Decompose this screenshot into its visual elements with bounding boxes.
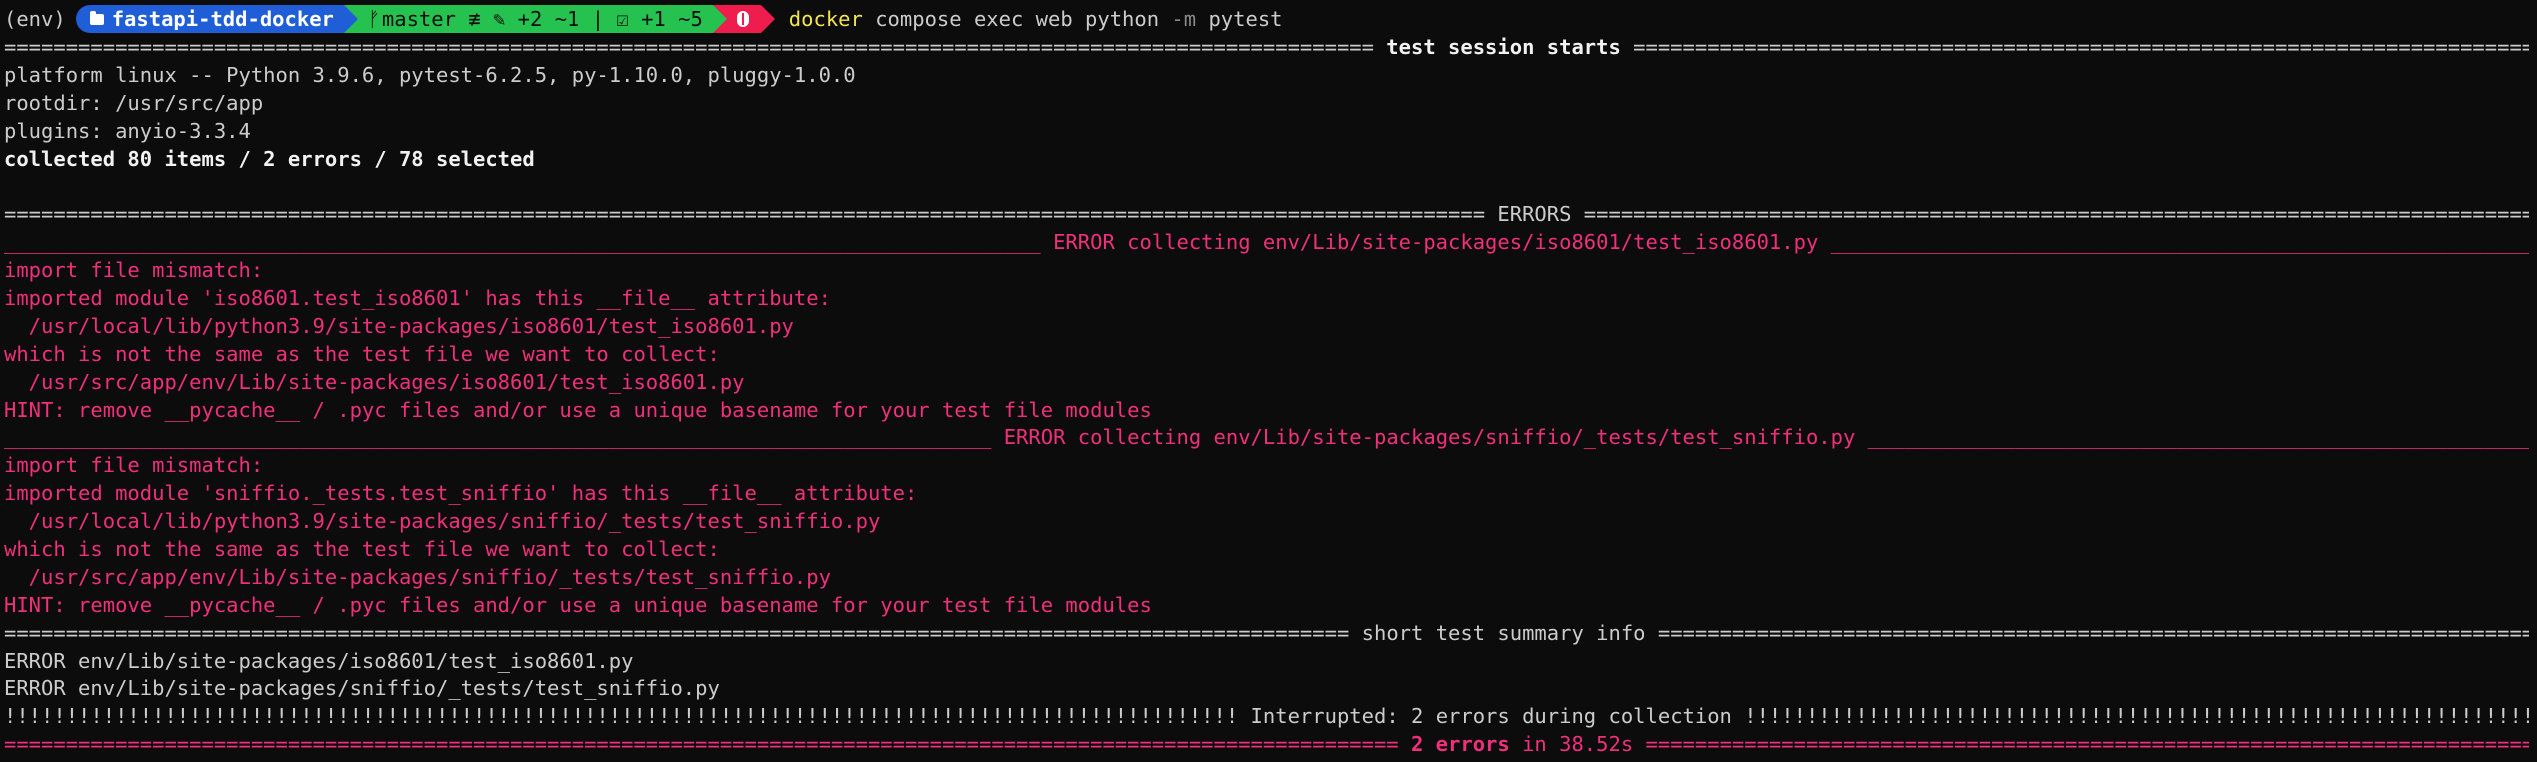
summary-header: ========================================… — [4, 620, 2529, 648]
session-header-label: test session starts — [1373, 35, 1634, 59]
command-name: docker — [788, 7, 863, 31]
command-flag: -m — [1171, 7, 1197, 31]
prompt-error-status — [726, 5, 761, 33]
separator-fill: ________________________________________… — [1830, 230, 2529, 255]
terminal-window[interactable]: (env) fastapi-tdd-docker ᚠ master ≢ ✎ +2 … — [4, 4, 2529, 758]
errors-header-label: ERRORS — [1485, 202, 1584, 227]
error-line: imported module 'iso8601.test_iso8601' h… — [4, 286, 831, 311]
session-header: ========================================… — [4, 34, 2529, 62]
command-target: pytest — [1196, 7, 1283, 31]
summary-line: ERROR env/Lib/site-packages/iso8601/test… — [4, 648, 634, 673]
error-line: imported module 'sniffio._tests.test_sni… — [4, 481, 918, 506]
error-line: which is not the same as the test file w… — [4, 537, 720, 562]
final-time: in 38.52s — [1509, 732, 1646, 757]
command-line[interactable]: docker compose exec web python -m pytest — [789, 7, 1283, 31]
rootdir-line: rootdir: /usr/src/app — [4, 90, 264, 115]
prompt-git-status: ᚠ master ≢ ✎ +2 ~1 | ☑ +1 ~5 — [357, 5, 713, 33]
error-line: which is not the same as the test file w… — [4, 341, 720, 366]
separator-fill: !!!!!!!!!!!!!!!!!!!!!!!!!!!!!!!!!!!!!!!!… — [1744, 704, 2529, 729]
prompt-git-branch: master — [381, 7, 456, 31]
error-hint: HINT: remove __pycache__ / .pyc files an… — [4, 397, 1152, 422]
separator-fill: ========================================… — [4, 202, 1486, 227]
collected-line: collected 80 items / 2 errors / 78 selec… — [4, 146, 535, 171]
error-title-label: ERROR collecting env/Lib/site-packages/i… — [1040, 230, 1831, 255]
separator-fill: ========================================… — [1657, 620, 2529, 645]
folder-icon — [89, 10, 104, 25]
git-branch-icon: ᚠ — [367, 7, 381, 31]
error-line: import file mismatch: — [4, 258, 264, 283]
summary-line: ERROR env/Lib/site-packages/sniffio/_tes… — [4, 676, 720, 701]
prompt-git-changes: ≢ ✎ +2 ~1 | ☑ +1 ~5 — [468, 7, 703, 31]
powerline-separator — [760, 5, 775, 33]
separator-fill: !!!!!!!!!!!!!!!!!!!!!!!!!!!!!!!!!!!!!!!!… — [4, 704, 1239, 729]
summary-header-label: short test summary info — [1349, 620, 1658, 645]
bug-icon — [736, 11, 749, 27]
error-title: ________________________________________… — [4, 229, 2529, 257]
platform-line: platform linux -- Python 3.9.6, pytest-6… — [4, 62, 856, 87]
separator-fill: ________________________________________… — [4, 230, 1041, 255]
final-result-line: ========================================… — [4, 731, 2529, 758]
errors-header: ========================================… — [4, 201, 2529, 229]
separator-fill: ========================================… — [1633, 35, 2529, 59]
interrupted-line: !!!!!!!!!!!!!!!!!!!!!!!!!!!!!!!!!!!!!!!!… — [4, 703, 2529, 731]
final-errors: 2 errors — [1411, 732, 1510, 757]
error-line: /usr/src/app/env/Lib/site-packages/iso86… — [4, 369, 745, 394]
error-line: /usr/local/lib/python3.9/site-packages/i… — [4, 313, 794, 338]
separator-fill: ========================================… — [4, 620, 1350, 645]
separator-fill: ========================================… — [1583, 202, 2529, 227]
error-line: /usr/src/app/env/Lib/site-packages/sniff… — [4, 564, 831, 589]
powerline-separator — [712, 5, 727, 33]
error-hint: HINT: remove __pycache__ / .pyc files an… — [4, 592, 1152, 617]
error-title-label: ERROR collecting env/Lib/site-packages/s… — [991, 425, 1868, 450]
command-args: compose exec web python — [862, 7, 1172, 31]
prompt-env: (env) — [4, 7, 66, 31]
separator-fill: ========================================… — [4, 35, 1374, 59]
powerline-separator — [343, 5, 358, 33]
interrupted-label: Interrupted: 2 errors during collection — [1238, 704, 1745, 729]
separator-fill: ________________________________________… — [4, 425, 992, 450]
separator-fill: ________________________________________… — [1867, 425, 2529, 450]
error-title: ________________________________________… — [4, 424, 2529, 452]
error-line: import file mismatch: — [4, 453, 264, 478]
separator-fill: ========================================… — [4, 732, 1399, 757]
prompt-directory-label: fastapi-tdd-docker — [111, 7, 334, 31]
error-line: /usr/local/lib/python3.9/site-packages/s… — [4, 509, 881, 534]
plugins-line: plugins: anyio-3.3.4 — [4, 118, 251, 143]
prompt-directory: fastapi-tdd-docker — [75, 5, 344, 33]
shell-prompt: (env) fastapi-tdd-docker ᚠ master ≢ ✎ +2 … — [4, 4, 2529, 34]
separator-fill: ========================================… — [1645, 732, 2529, 757]
